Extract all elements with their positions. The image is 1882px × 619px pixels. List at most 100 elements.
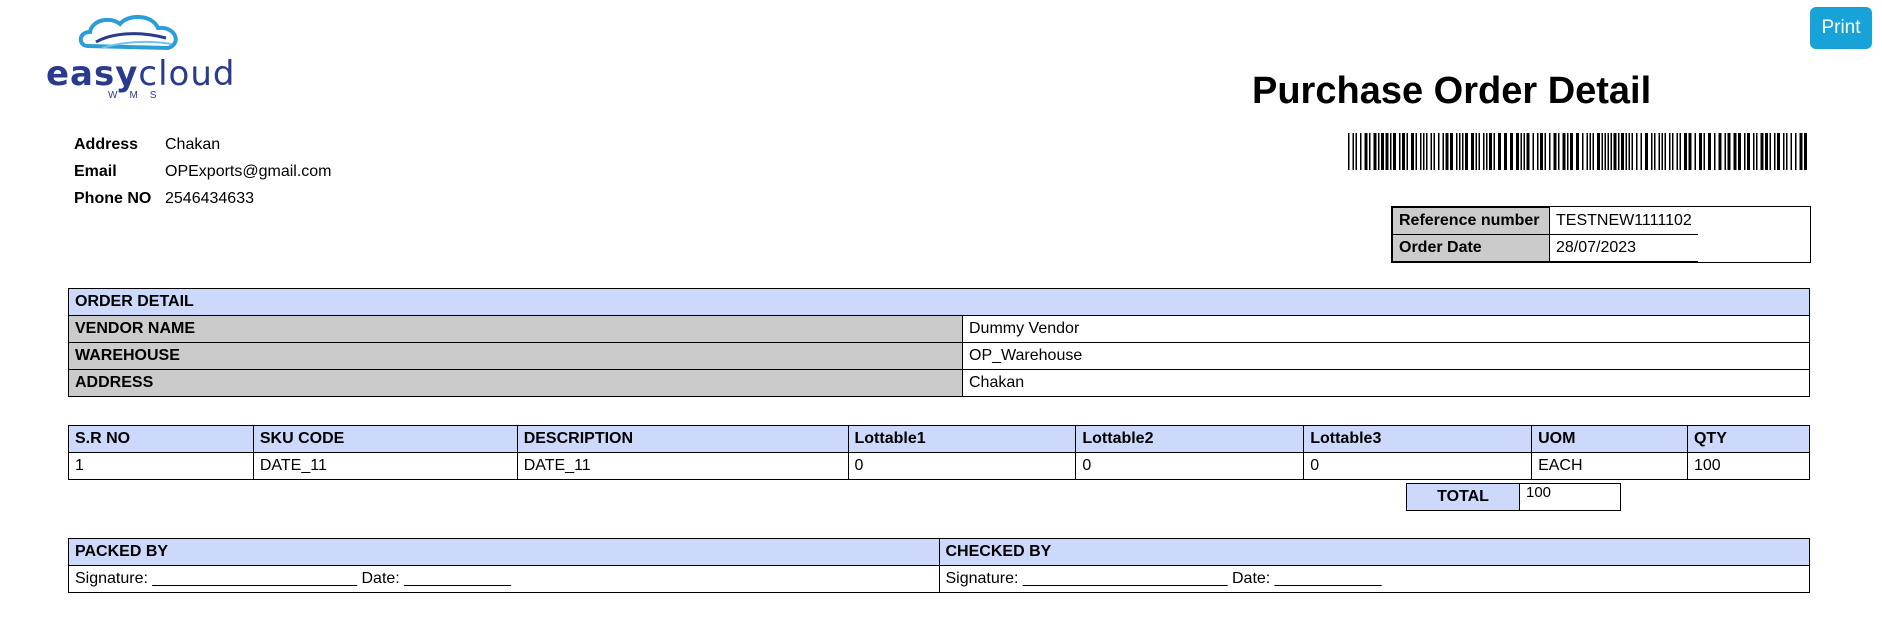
barcode-bar bbox=[1378, 133, 1380, 170]
barcode-bar bbox=[1597, 133, 1600, 170]
barcode-bar bbox=[1586, 133, 1588, 170]
barcode-bar bbox=[1399, 133, 1401, 170]
barcode-bar bbox=[1589, 133, 1591, 170]
barcode-bar bbox=[1664, 133, 1666, 170]
column-header: Lottable3 bbox=[1303, 425, 1533, 453]
barcode-bar bbox=[1459, 133, 1461, 170]
barcode-bar bbox=[1352, 133, 1354, 170]
contact-label: Address bbox=[74, 136, 139, 153]
barcode-bar bbox=[1747, 133, 1750, 170]
barcode-bar bbox=[1558, 133, 1560, 170]
total-table: TOTAL 100 bbox=[1406, 483, 1621, 511]
total-label: TOTAL bbox=[1406, 483, 1520, 511]
barcode-bar bbox=[1636, 133, 1638, 170]
logo-wordmark: easycloud bbox=[46, 54, 236, 94]
order-detail-header: ORDER DETAIL bbox=[68, 288, 1810, 316]
barcode-bar bbox=[1607, 133, 1609, 170]
print-button[interactable]: Print bbox=[1810, 7, 1872, 49]
barcode-bar bbox=[1658, 133, 1660, 170]
items-header-row: S.R NO SKU CODE DESCRIPTION Lottable1 Lo… bbox=[68, 425, 1811, 453]
barcode-bar bbox=[1567, 133, 1569, 170]
logo-subtitle: WMS bbox=[108, 90, 169, 101]
column-header: DESCRIPTION bbox=[516, 425, 849, 453]
barcode-bar bbox=[1654, 133, 1656, 170]
barcode-bar bbox=[1385, 133, 1389, 170]
contact-value: 2546434633 bbox=[165, 190, 254, 207]
order-detail-label: WAREHOUSE bbox=[68, 342, 963, 370]
barcode-bar bbox=[1406, 133, 1408, 170]
barcode-bar bbox=[1727, 133, 1731, 170]
barcode-bar bbox=[1504, 133, 1507, 170]
barcode-bar bbox=[1744, 133, 1746, 170]
barcode-bar bbox=[1645, 133, 1648, 170]
barcode-bar bbox=[1613, 133, 1617, 170]
barcode-bar bbox=[1520, 133, 1522, 170]
barcode-bar bbox=[1456, 133, 1458, 170]
barcode-bar bbox=[1493, 133, 1495, 170]
order-detail-value: Dummy Vendor bbox=[962, 315, 1810, 343]
barcode-bar bbox=[1777, 133, 1780, 170]
column-header: QTY bbox=[1686, 425, 1811, 453]
reference-number-label: Reference number bbox=[1392, 207, 1550, 235]
barcode-bar bbox=[1694, 133, 1696, 170]
total-value: 100 bbox=[1519, 483, 1621, 511]
barcode-bar bbox=[1433, 133, 1435, 170]
barcode-bar bbox=[1348, 133, 1350, 170]
barcode-bar bbox=[1679, 133, 1681, 170]
barcode-bar bbox=[1708, 133, 1711, 170]
contact-email-row: Email OPExports@gmail.com bbox=[74, 158, 332, 185]
order-detail-row: VENDOR NAME Dummy Vendor bbox=[68, 315, 1810, 343]
barcode-bar bbox=[1540, 133, 1543, 170]
contact-address-row: Address Chakan bbox=[74, 131, 332, 158]
barcode-bar bbox=[1420, 133, 1422, 170]
column-header: Lottable1 bbox=[847, 425, 1077, 453]
table-cell: 0 bbox=[1075, 452, 1305, 480]
barcode-bar bbox=[1718, 133, 1722, 170]
contact-phone-row: Phone NO 2546434633 bbox=[74, 185, 332, 212]
order-detail-row: WAREHOUSE OP_Warehouse bbox=[68, 342, 1810, 370]
barcode-bar bbox=[1445, 133, 1449, 170]
reference-number-value: TESTNEW1111102 bbox=[1549, 207, 1698, 235]
barcode-bar bbox=[1640, 133, 1642, 170]
column-header: Lottable2 bbox=[1075, 425, 1305, 453]
barcode-bar bbox=[1631, 133, 1633, 170]
barcode-bar bbox=[1426, 133, 1428, 170]
barcode-bar bbox=[1411, 133, 1414, 170]
table-cell: 0 bbox=[847, 452, 1077, 480]
barcode-bar bbox=[1516, 133, 1519, 170]
signoff-table: PACKED BY CHECKED BY Signature: ________… bbox=[68, 538, 1810, 593]
barcode-bar bbox=[1804, 133, 1807, 170]
barcode-bar bbox=[1364, 133, 1368, 170]
barcode-bar bbox=[1760, 133, 1764, 170]
contact-value: Chakan bbox=[165, 136, 221, 153]
barcode-bar bbox=[1373, 133, 1377, 170]
barcode-bar bbox=[1532, 133, 1534, 170]
barcode-bar bbox=[1756, 133, 1758, 170]
order-detail-value: Chakan bbox=[962, 369, 1810, 397]
contact-label: Phone NO bbox=[74, 190, 152, 207]
order-detail-label: VENDOR NAME bbox=[68, 315, 963, 343]
barcode-bar bbox=[1523, 133, 1525, 170]
barcode-bar bbox=[1402, 133, 1405, 170]
barcode-bar bbox=[1688, 133, 1692, 170]
contact-label: Email bbox=[74, 163, 117, 180]
barcode-bar bbox=[1783, 133, 1785, 170]
barcode-bar bbox=[1714, 133, 1716, 170]
barcode-bar bbox=[1703, 133, 1705, 170]
barcode-bar bbox=[1618, 133, 1620, 170]
barcode-bar bbox=[1582, 133, 1584, 170]
barcode-bar bbox=[1553, 133, 1557, 170]
barcode-bar bbox=[1625, 133, 1627, 170]
checked-by-signature-line: Signature: _______________________ Date:… bbox=[938, 565, 1810, 593]
table-cell: DATE_11 bbox=[516, 452, 849, 480]
barcode-bar bbox=[1510, 133, 1513, 170]
barcode-bar bbox=[1610, 133, 1612, 170]
table-row: 1 DATE_11 DATE_11 0 0 0 EACH 100 bbox=[68, 452, 1811, 480]
barcode-bar bbox=[1486, 133, 1488, 170]
order-detail-row: ADDRESS Chakan bbox=[68, 369, 1810, 397]
contact-value: OPExports@gmail.com bbox=[165, 163, 332, 180]
barcode-bar bbox=[1471, 133, 1474, 170]
barcode-bar bbox=[1738, 133, 1741, 170]
barcode-bar bbox=[1415, 133, 1417, 170]
barcode-bar bbox=[1592, 133, 1594, 170]
